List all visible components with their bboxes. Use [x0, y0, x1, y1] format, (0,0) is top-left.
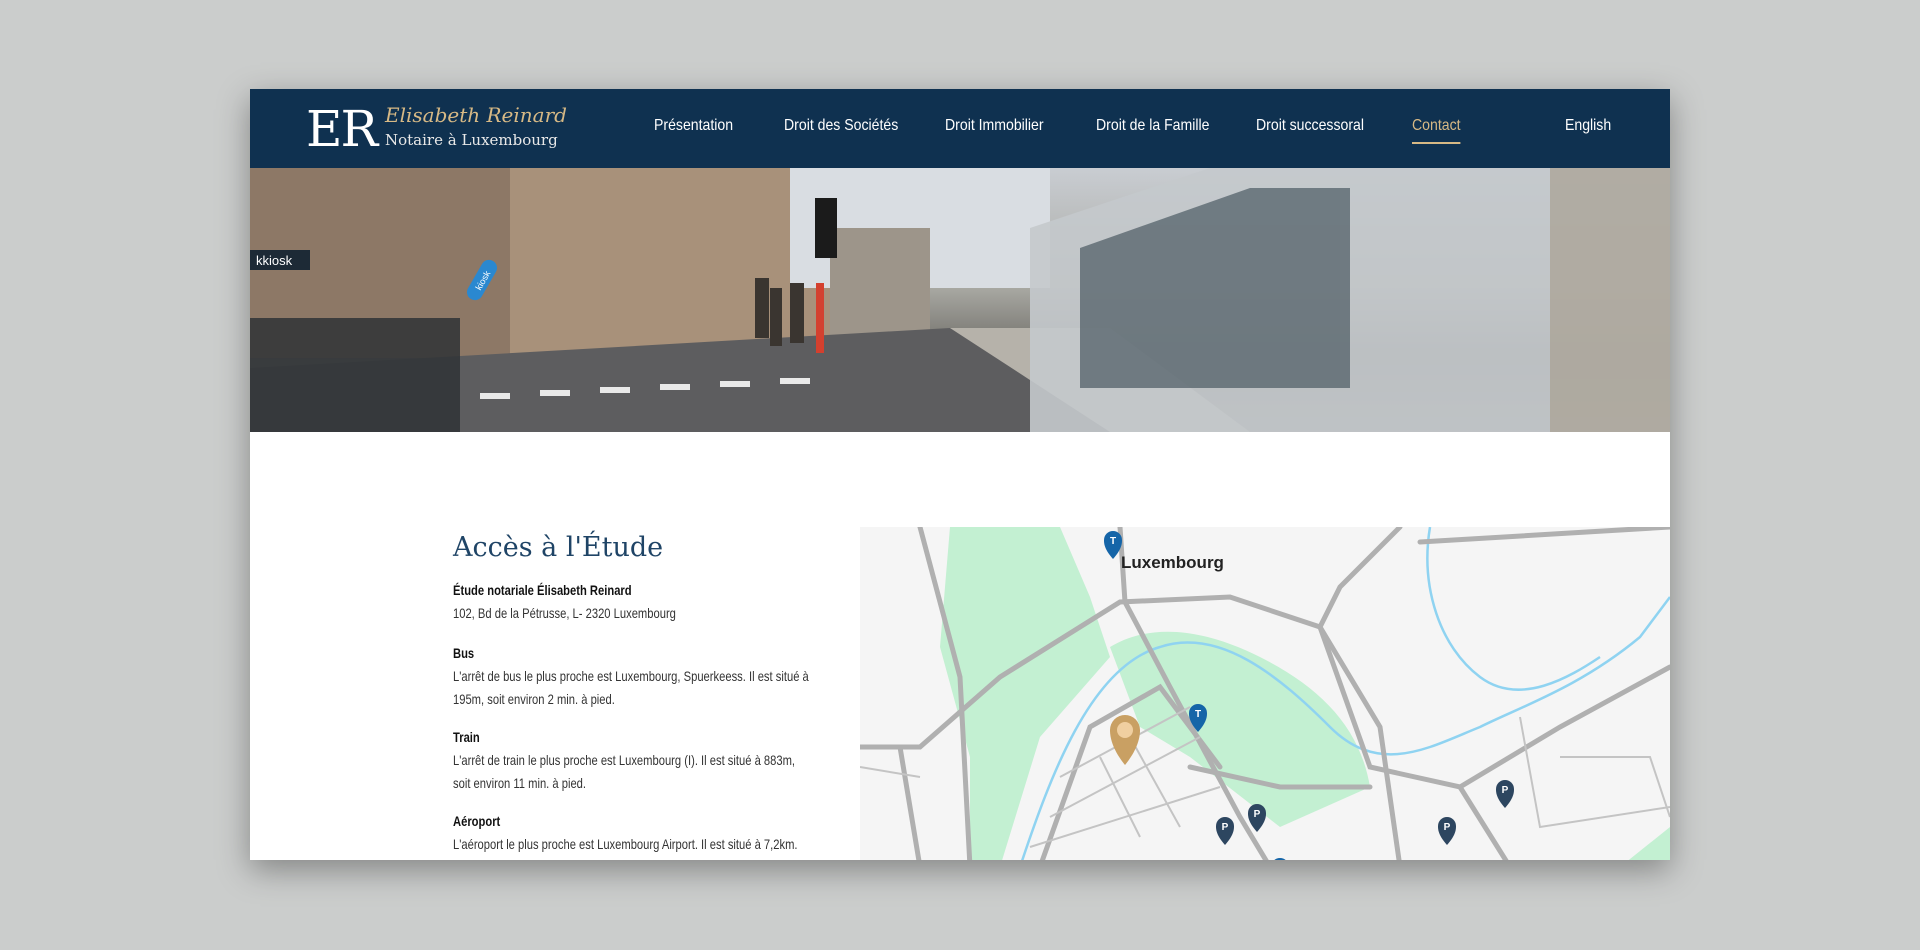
tram-stop-marker[interactable]: T — [1104, 531, 1122, 559]
logo-subtitle: Notaire à Luxembourg — [385, 131, 558, 149]
location-map[interactable]: Luxembourg T T P P P P — [860, 527, 1670, 860]
office-location-pin-icon[interactable] — [1110, 715, 1140, 765]
nav-droit-famille[interactable]: Droit de la Famille — [1096, 117, 1209, 135]
office-name: Étude notariale Élisabeth Reinard — [453, 582, 632, 598]
airport-text: L'aéroport le plus proche est Luxembourg… — [453, 836, 798, 852]
site-header: ER Elisabeth Reinard Notaire à Luxembour… — [250, 89, 1670, 168]
language-switch[interactable]: English — [1565, 117, 1611, 135]
kiosk-sign: kkiosk — [256, 253, 293, 268]
nav-contact[interactable]: Contact — [1412, 117, 1461, 144]
logo-mark: ER — [306, 100, 378, 158]
svg-text:T: T — [1195, 709, 1201, 720]
bus-heading: Bus — [453, 645, 475, 661]
nav-droit-successoral[interactable]: Droit successoral — [1256, 117, 1364, 135]
svg-text:P: P — [1444, 822, 1451, 833]
svg-text:P: P — [1222, 822, 1229, 833]
logo-name: Elisabeth Reinard — [385, 103, 567, 127]
office-address-block: Étude notariale Élisabeth Reinard 102, B… — [453, 579, 813, 625]
parking-marker[interactable]: P — [1248, 804, 1266, 832]
nav-droit-societes[interactable]: Droit des Sociétés — [784, 117, 898, 135]
parking-marker[interactable]: P — [1216, 817, 1234, 845]
office-address: 102, Bd de la Pétrusse, L- 2320 Luxembou… — [453, 605, 676, 621]
access-title: Accès à l'Étude — [453, 532, 664, 563]
svg-text:P: P — [1254, 809, 1261, 820]
access-section: Accès à l'Étude Étude notariale Élisabet… — [250, 432, 1670, 860]
svg-text:T: T — [1110, 536, 1116, 547]
train-heading: Train — [453, 729, 480, 745]
parking-marker[interactable]: P — [1496, 780, 1514, 808]
svg-text:P: P — [1502, 785, 1509, 796]
train-info: Train L'arrêt de train le plus proche es… — [453, 726, 813, 795]
nav-presentation[interactable]: Présentation — [654, 117, 733, 135]
train-text: L'arrêt de train le plus proche est Luxe… — [453, 752, 796, 791]
browser-page: ER Elisabeth Reinard Notaire à Luxembour… — [250, 89, 1670, 860]
nav-droit-immobilier[interactable]: Droit Immobilier — [945, 117, 1044, 135]
parking-marker[interactable]: P — [1438, 817, 1456, 845]
blurred-car — [250, 318, 460, 432]
bus-text: L'arrêt de bus le plus proche est Luxemb… — [453, 668, 809, 707]
hero-street-photo: kkiosk kiosk — [250, 168, 1670, 432]
airport-heading: Aéroport — [453, 813, 501, 829]
street-photo-illustration: kkiosk kiosk — [250, 168, 1670, 432]
traffic-light — [815, 198, 837, 258]
map-city-label: Luxembourg — [1121, 553, 1224, 572]
bus-info: Bus L'arrêt de bus le plus proche est Lu… — [453, 642, 813, 711]
airport-info: Aéroport L'aéroport le plus proche est L… — [453, 810, 813, 856]
